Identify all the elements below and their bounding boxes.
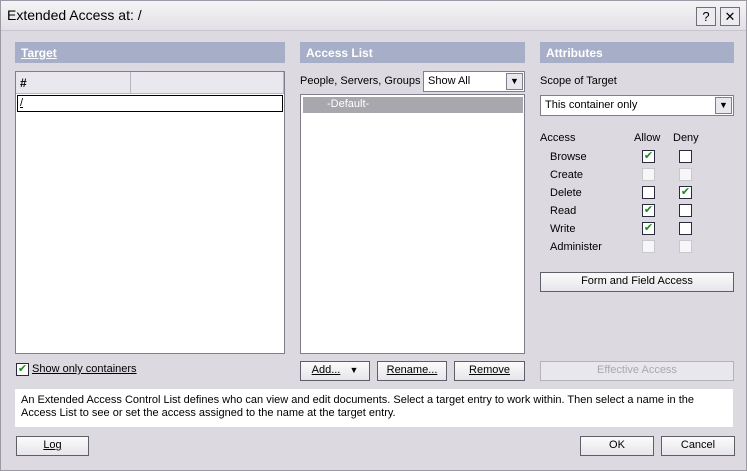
checkmark-icon: ✔ [643, 150, 654, 162]
target-column-hash[interactable]: # [16, 72, 131, 94]
access-list-header-label: Access List [306, 46, 373, 60]
deny-checkbox [679, 240, 692, 253]
form-field-access-label: Form and Field Access [581, 275, 693, 287]
show-only-containers-checkbox[interactable]: ✔ [16, 363, 29, 376]
allow-checkbox[interactable]: ✔ [642, 204, 655, 217]
access-list[interactable]: -Default- [300, 94, 525, 354]
checkmark-icon: ✔ [17, 363, 28, 375]
deny-checkbox [679, 168, 692, 181]
target-column-hash-label: # [20, 76, 27, 90]
show-only-containers-text: Show only containers [32, 363, 137, 375]
chevron-down-icon[interactable]: ▼ [715, 97, 732, 114]
filter-select-value: Show All [428, 75, 471, 87]
cancel-button[interactable]: Cancel [661, 436, 735, 456]
allow-column-label: Allow [634, 132, 661, 144]
target-header: Target [15, 42, 285, 63]
access-column-label: Access [540, 132, 576, 144]
target-row-label: / [20, 97, 24, 109]
form-field-access-button[interactable]: Form and Field Access [540, 272, 734, 292]
scope-select[interactable]: This container only ▼ [540, 95, 734, 116]
ok-button-label: OK [609, 439, 625, 451]
cancel-button-label: Cancel [680, 439, 716, 451]
access-right-label: Administer [550, 241, 602, 253]
access-right-label: Delete [550, 187, 582, 199]
scope-label: Scope of Target [540, 75, 617, 87]
add-button-label: Add... [311, 364, 341, 376]
filter-select[interactable]: Show All ▼ [423, 71, 525, 92]
help-button[interactable]: ? [696, 7, 716, 26]
effective-access-label: Effective Access [597, 364, 677, 376]
target-header-label: Target [21, 46, 57, 60]
allow-checkbox[interactable]: ✔ [642, 222, 655, 235]
access-list-item-label: -Default- [327, 98, 370, 110]
show-only-containers-label: Show only containers [32, 363, 137, 375]
ok-button[interactable]: OK [580, 436, 654, 456]
deny-column-label: Deny [673, 132, 699, 144]
allow-checkbox[interactable]: ✔ [642, 150, 655, 163]
add-button[interactable]: Add... ▼ [300, 361, 370, 381]
extended-access-dialog: Extended Access at: / ? ✕ Target # / ✔ S… [0, 0, 747, 471]
deny-checkbox[interactable] [679, 150, 692, 163]
log-button-label: Log [43, 439, 62, 451]
access-right-label: Read [550, 205, 577, 217]
effective-access-button[interactable]: Effective Access [540, 361, 734, 381]
info-text-content: An Extended Access Control List defines … [21, 394, 694, 419]
window-title: Extended Access at: / [7, 7, 142, 23]
rename-button[interactable]: Rename... [377, 361, 447, 381]
filter-label: People, Servers, Groups [300, 75, 421, 87]
chevron-down-icon[interactable]: ▼ [506, 73, 523, 90]
allow-checkbox[interactable] [642, 186, 655, 199]
scope-select-value: This container only [545, 99, 638, 111]
dropdown-arrow-icon: ▼ [349, 365, 359, 375]
rename-button-label: Rename... [386, 364, 438, 376]
access-list-item[interactable]: -Default- [303, 97, 523, 113]
info-text: An Extended Access Control List defines … [15, 389, 733, 427]
allow-checkbox [642, 168, 655, 181]
checkmark-icon: ✔ [680, 186, 691, 198]
allow-checkbox [642, 240, 655, 253]
checkmark-icon: ✔ [643, 204, 654, 216]
checkmark-icon: ✔ [643, 222, 654, 234]
target-list[interactable]: # / [15, 71, 285, 354]
help-icon: ? [702, 9, 710, 24]
remove-button-label: Remove [469, 364, 510, 376]
deny-checkbox[interactable] [679, 204, 692, 217]
target-column-blank[interactable] [131, 72, 284, 94]
access-right-label: Browse [550, 151, 587, 163]
remove-button[interactable]: Remove [454, 361, 525, 381]
access-right-label: Write [550, 223, 576, 235]
close-icon: ✕ [724, 9, 736, 24]
close-button[interactable]: ✕ [720, 7, 740, 26]
deny-checkbox[interactable]: ✔ [679, 186, 692, 199]
log-button[interactable]: Log [16, 436, 89, 456]
target-row[interactable]: / [17, 95, 283, 112]
access-list-header: Access List [300, 42, 525, 63]
title-bar: Extended Access at: / ? ✕ [1, 1, 746, 31]
attributes-header-label: Attributes [546, 46, 603, 60]
access-right-label: Create [550, 169, 584, 181]
attributes-header: Attributes [540, 42, 734, 63]
deny-checkbox[interactable] [679, 222, 692, 235]
